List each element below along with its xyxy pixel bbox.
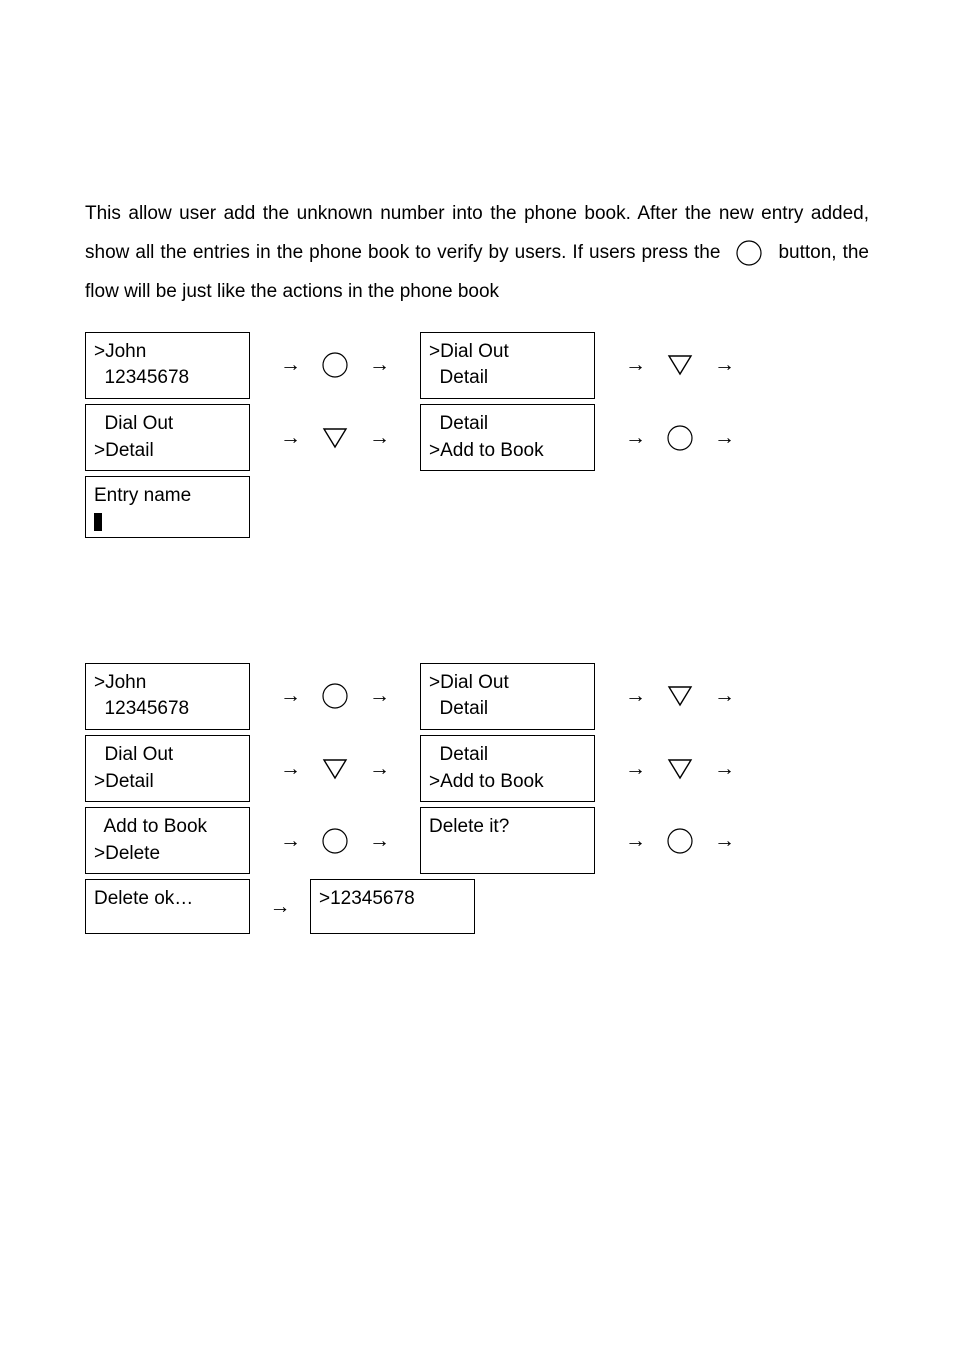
intro-paragraph: This allow user add the unknown number i…	[85, 195, 869, 312]
arrow-icon: →	[369, 829, 390, 853]
arrow-icon: →	[714, 757, 735, 781]
arrow-icon: →	[714, 684, 735, 708]
arrow-icon: →	[714, 353, 735, 377]
arrow-icon: →	[270, 895, 291, 919]
screen-john: >John 12345678	[85, 332, 250, 399]
arrow-icon: →	[280, 757, 301, 781]
arrow-icon: →	[625, 426, 646, 450]
arrow-icon: →	[625, 829, 646, 853]
down-triangle-icon	[321, 426, 349, 450]
screen-dialout: >Dial Out Detail	[420, 332, 595, 399]
arrow-icon: →	[714, 829, 735, 853]
arrow-icon: →	[280, 426, 301, 450]
circle-button-icon	[321, 827, 349, 855]
arrow-icon: →	[280, 829, 301, 853]
flow2-row3: Add to Book >Delete → → Delete it? → →	[85, 807, 869, 874]
screen-deleteit: Delete it?	[420, 807, 595, 874]
down-triangle-icon	[666, 757, 694, 781]
flow2-row4: Delete ok… → >12345678	[85, 879, 869, 934]
screen-dialout: >Dial Out Detail	[420, 663, 595, 730]
arrow-icon: →	[625, 757, 646, 781]
screen-detail: Dial Out >Detail	[85, 404, 250, 471]
arrow-icon: →	[369, 757, 390, 781]
entry-name-label: Entry name	[94, 483, 241, 510]
arrow-icon: →	[625, 353, 646, 377]
circle-button-icon	[666, 827, 694, 855]
arrow-icon: →	[280, 684, 301, 708]
number-text: >12345678	[319, 886, 466, 913]
arrow-icon: →	[625, 684, 646, 708]
arrow-icon: →	[369, 353, 390, 377]
screen-addbook: Detail >Add to Book	[420, 404, 595, 471]
arrow-icon: →	[280, 353, 301, 377]
flow1-row3: Entry name	[85, 476, 869, 538]
circle-button-icon	[666, 424, 694, 452]
arrow-icon: →	[714, 426, 735, 450]
screen-addbook: Detail >Add to Book	[420, 735, 595, 802]
delete-confirm-text: Delete it?	[429, 814, 586, 841]
screen-delete: Add to Book >Delete	[85, 807, 250, 874]
screen-john: >John 12345678	[85, 663, 250, 730]
down-triangle-icon	[666, 684, 694, 708]
screen-detail: Dial Out >Detail	[85, 735, 250, 802]
screen-deleteok: Delete ok…	[85, 879, 250, 934]
circle-button-icon	[321, 682, 349, 710]
delete-ok-text: Delete ok…	[94, 886, 241, 913]
arrow-icon: →	[369, 684, 390, 708]
down-triangle-icon	[666, 353, 694, 377]
text-cursor-icon	[94, 513, 102, 531]
flow2-row1: >John 12345678 → → >Dial Out Detail → →	[85, 663, 869, 730]
flow1-row1: >John 12345678 → → >Dial Out Detail → →	[85, 332, 869, 399]
circle-button-icon	[734, 238, 764, 268]
flow2-row2: Dial Out >Detail → → Detail >Add to Book…	[85, 735, 869, 802]
flow1-row2: Dial Out >Detail → → Detail >Add to Book…	[85, 404, 869, 471]
arrow-icon: →	[369, 426, 390, 450]
down-triangle-icon	[321, 757, 349, 781]
screen-number: >12345678	[310, 879, 475, 934]
circle-button-icon	[321, 351, 349, 379]
screen-entryname: Entry name	[85, 476, 250, 538]
